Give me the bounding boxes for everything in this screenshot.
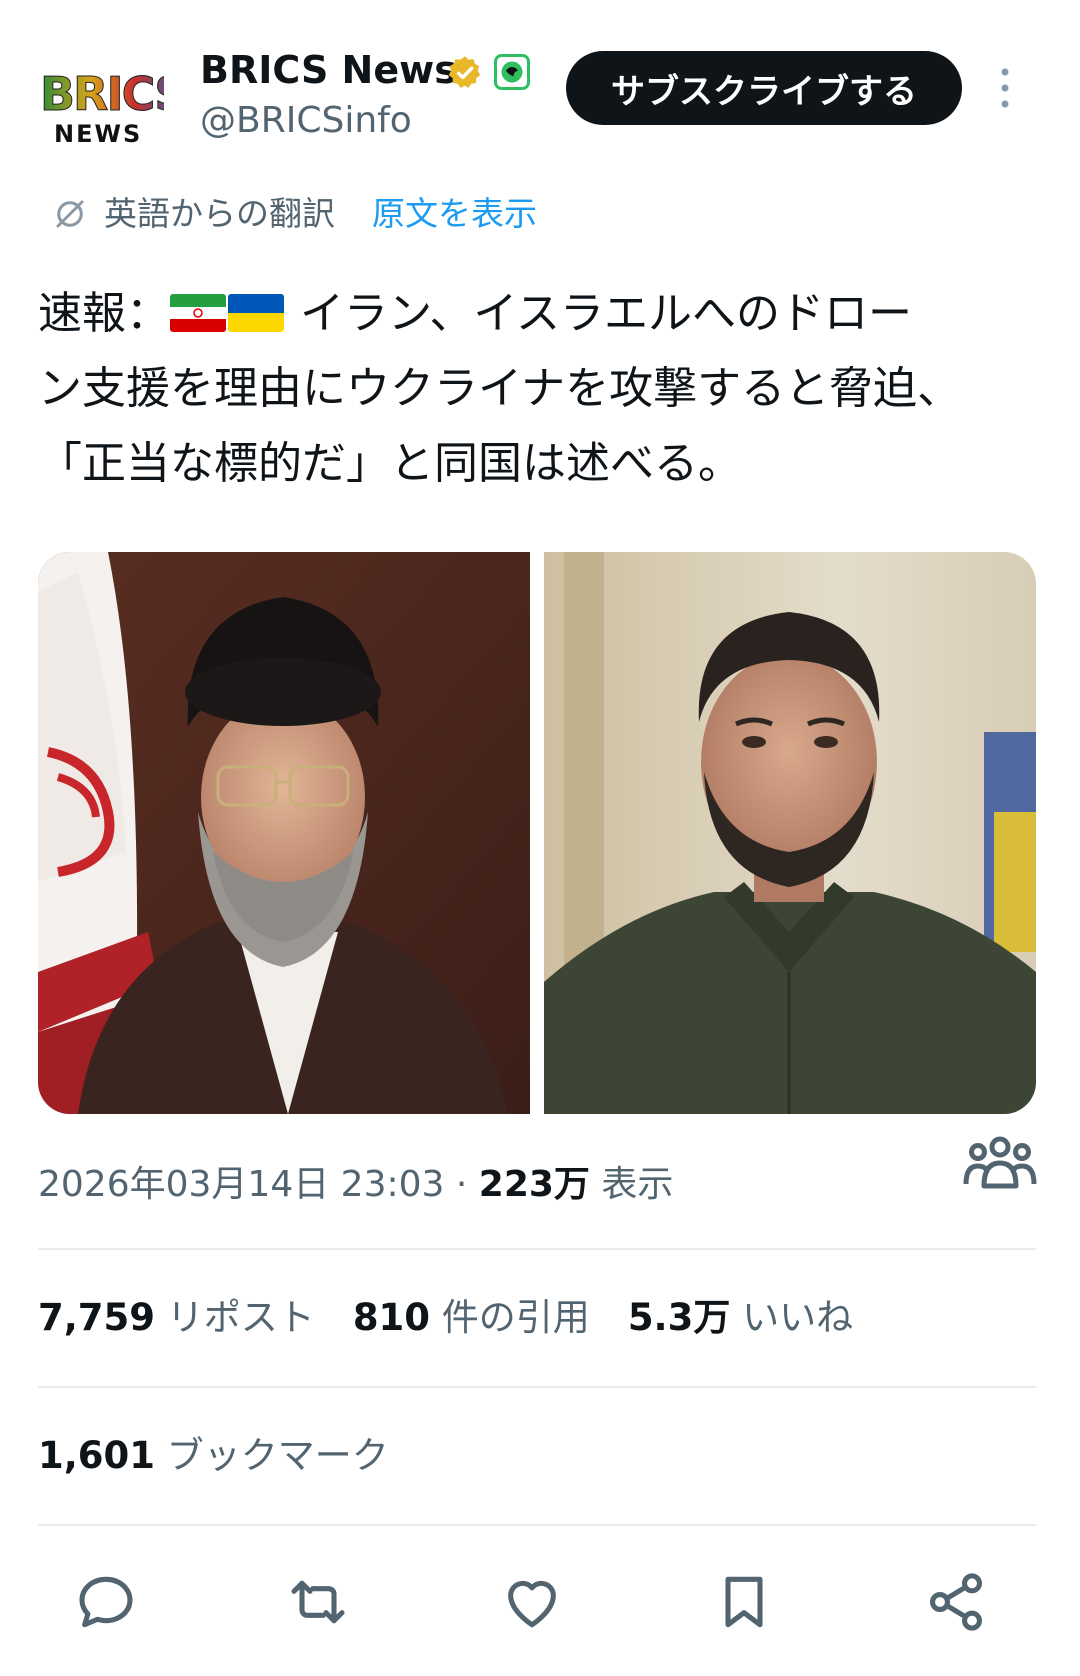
tweet-text: 速報： イラン、イスラエルへのドロー ン支援を理由にウクライナを攻撃すると脅迫、… xyxy=(38,276,1048,501)
bookmarks-label: ブックマーク xyxy=(155,1434,389,1477)
share-icon[interactable] xyxy=(924,1570,988,1634)
bookmark-icon[interactable] xyxy=(712,1570,776,1634)
translate-icon xyxy=(56,200,84,228)
likes-label: いいね xyxy=(730,1296,854,1339)
media-image-left[interactable] xyxy=(38,552,530,1114)
divider xyxy=(38,1524,1036,1526)
tweet-line-1-rest: イラン、イスラエルへのドロー xyxy=(286,288,913,339)
engagement-stats: 7,759 リポスト 810 件の引用 5.3万 いいね xyxy=(38,1292,853,1344)
divider xyxy=(38,1248,1036,1250)
quotes-stat[interactable]: 810 件の引用 xyxy=(353,1296,590,1339)
tweet-meta: 2026年03月14日 23:03 · 223万 表示 xyxy=(38,1160,673,1210)
tweet-line-1-prefix: 速報： xyxy=(38,288,170,339)
tweet-datetime[interactable]: 2026年03月14日 23:03 xyxy=(38,1164,444,1205)
translation-label: 英語からの翻訳 xyxy=(104,194,335,233)
bookmarks-count: 1,601 xyxy=(38,1434,156,1477)
reposts-count: 7,759 xyxy=(38,1296,156,1339)
quotes-count: 810 xyxy=(352,1296,431,1339)
verified-badge-icon[interactable] xyxy=(446,54,484,92)
svg-text:NEWS: NEWS xyxy=(54,120,142,148)
quotes-label: 件の引用 xyxy=(430,1296,590,1339)
tweet-line-1: 速報： イラン、イスラエルへのドロー xyxy=(38,276,1048,351)
repost-icon[interactable] xyxy=(286,1570,350,1634)
view-count: 223万 xyxy=(478,1164,590,1205)
community-icon[interactable] xyxy=(962,1130,1038,1194)
more-vertical-icon[interactable] xyxy=(996,66,1014,110)
zelensky-portrait-image xyxy=(544,552,1036,1114)
reposts-label: リポスト xyxy=(155,1296,315,1339)
cleric-portrait-image xyxy=(38,552,530,1114)
display-name[interactable]: BRICS News xyxy=(200,46,457,94)
ukraine-flag-icon xyxy=(228,294,284,332)
meta-separator: · xyxy=(444,1164,479,1205)
svg-text:BRICS: BRICS xyxy=(40,67,164,121)
bookmarks-stat[interactable]: 1,601 ブックマーク xyxy=(38,1430,389,1482)
affiliation-badge-icon[interactable] xyxy=(494,54,530,90)
like-icon[interactable] xyxy=(500,1570,564,1634)
iran-flag-icon xyxy=(170,294,226,332)
subscribe-button[interactable]: サブスクライブする xyxy=(566,51,962,125)
account-avatar[interactable]: BRICS NEWS xyxy=(36,62,165,149)
likes-stat[interactable]: 5.3万 いいね xyxy=(628,1296,853,1339)
brics-logo: BRICS NEWS xyxy=(40,67,165,149)
tweet-line-3: 「正当な標的だ」と同国は述べる。 xyxy=(38,438,742,489)
view-label: 表示 xyxy=(589,1164,674,1205)
media-image-right[interactable] xyxy=(544,552,1036,1114)
reply-icon[interactable] xyxy=(74,1570,138,1634)
account-handle[interactable]: @BRICSinfo xyxy=(200,98,412,144)
divider xyxy=(38,1386,1036,1388)
likes-count: 5.3万 xyxy=(627,1296,731,1339)
show-original-link[interactable]: 原文を表示 xyxy=(372,192,537,236)
reposts-stat[interactable]: 7,759 リポスト xyxy=(38,1296,315,1339)
tweet-line-2: ン支援を理由にウクライナを攻撃すると脅迫、 xyxy=(38,363,962,414)
